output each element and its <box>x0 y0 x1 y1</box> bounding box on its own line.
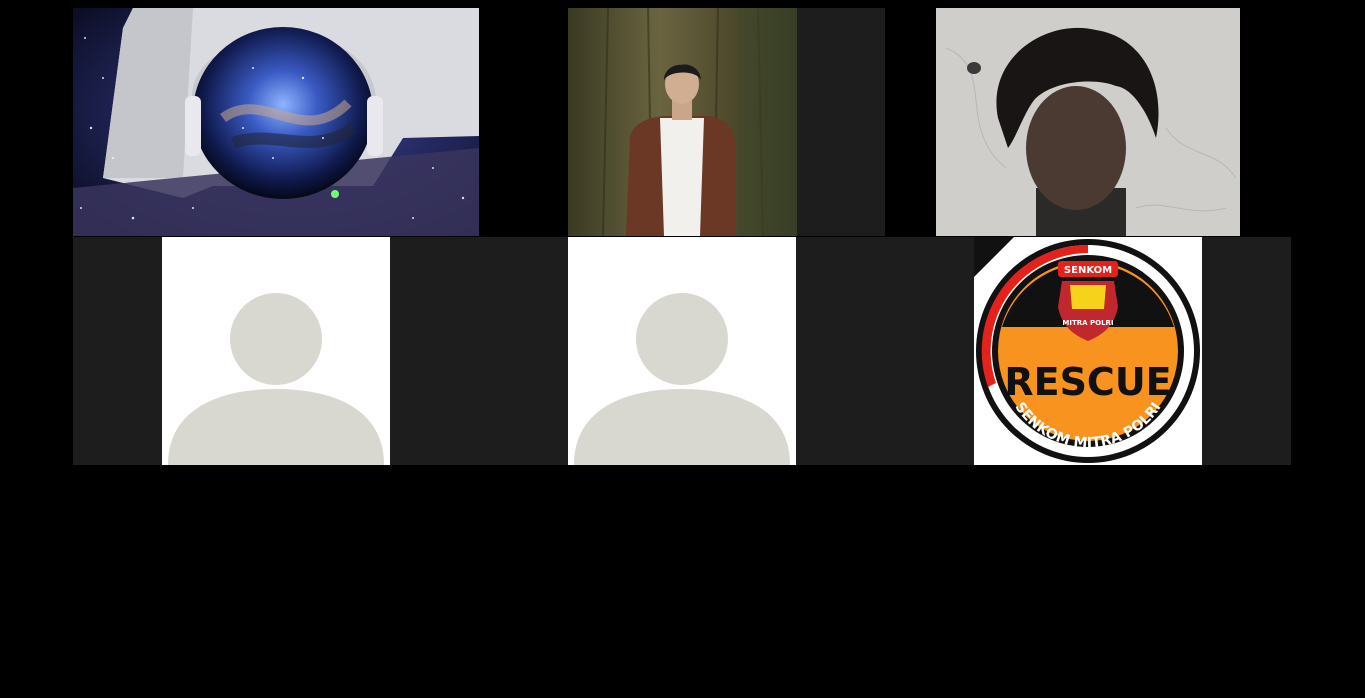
man-in-forest-image <box>568 8 797 236</box>
logo-top-text: SENKOM <box>1064 265 1112 276</box>
webcam-face-image <box>936 8 1240 236</box>
logo-badge-text: MITRA POLRI <box>1062 319 1113 327</box>
galaxy-headphones-image <box>73 8 479 236</box>
participant-tile-5[interactable] <box>479 237 885 465</box>
default-avatar-icon <box>574 293 790 465</box>
participant-tile-3[interactable] <box>885 8 1291 236</box>
participant-video-galaxy <box>73 8 479 236</box>
rescue-logo-image: SENKOM MITRA POLRI RESCUE SENKOM MITRA P… <box>974 237 1200 463</box>
participant-tile-4[interactable] <box>73 237 479 465</box>
participant-avatar-placeholder <box>162 237 390 465</box>
participant-video-webcam <box>936 8 1240 236</box>
participant-logo-rescue: SENKOM MITRA POLRI RESCUE SENKOM MITRA P… <box>974 237 1202 465</box>
default-avatar-icon <box>168 293 384 465</box>
logo-main-text: RESCUE <box>1004 360 1171 404</box>
participant-tile-6[interactable]: SENKOM MITRA POLRI RESCUE SENKOM MITRA P… <box>885 237 1291 465</box>
participant-avatar-placeholder <box>568 237 796 465</box>
participant-tile-1[interactable] <box>73 8 479 236</box>
participant-video-forest <box>568 8 797 236</box>
participant-tile-2[interactable] <box>568 8 885 236</box>
video-gallery: SENKOM MITRA POLRI RESCUE SENKOM MITRA P… <box>0 0 1365 698</box>
